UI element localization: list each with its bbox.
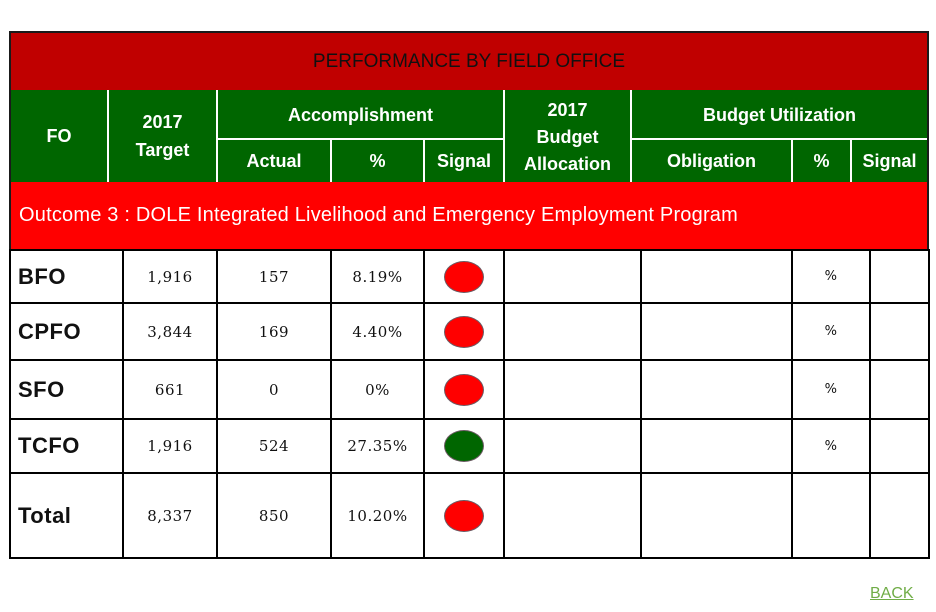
cell-allocation bbox=[505, 251, 640, 302]
cell-bu-signal bbox=[871, 420, 928, 472]
cell-obligation bbox=[642, 474, 791, 557]
header-obligation: Obligation bbox=[632, 140, 791, 182]
back-link[interactable]: BACK bbox=[870, 585, 914, 603]
signal-indicator-red bbox=[444, 315, 484, 348]
header-target-line2: Target bbox=[135, 140, 190, 160]
cell-signal bbox=[425, 420, 503, 472]
header-allocation: 2017 Budget Allocation bbox=[505, 92, 630, 182]
signal-indicator-red bbox=[444, 373, 484, 406]
header-fo: FO bbox=[11, 90, 107, 182]
header-budget-utilization: Budget Utilization bbox=[632, 92, 927, 138]
header-allocation-line2: Budget bbox=[536, 126, 599, 147]
cell-obligation bbox=[642, 251, 791, 302]
cell-target: 3,844 bbox=[147, 322, 193, 341]
cell-allocation bbox=[505, 474, 640, 557]
cell-allocation bbox=[505, 361, 640, 418]
cell-percent: 8.19% bbox=[352, 267, 403, 286]
header-percent: % bbox=[332, 140, 423, 182]
grid-line-vertical bbox=[928, 249, 930, 559]
cell-target: 1,916 bbox=[147, 437, 193, 455]
signal-indicator-red bbox=[444, 499, 484, 532]
cell-target: 661 bbox=[154, 380, 186, 399]
cell-target: 1,916 bbox=[147, 267, 193, 286]
header-bu-percent: % bbox=[793, 140, 850, 182]
cell-bu-percent: % bbox=[824, 438, 838, 454]
cell-percent: 10.20% bbox=[347, 506, 408, 525]
header-allocation-line1: 2017 bbox=[547, 99, 588, 120]
cell-allocation bbox=[505, 420, 640, 472]
header-target-line1: 2017 bbox=[142, 112, 183, 132]
cell-fo: Total bbox=[18, 502, 72, 528]
cell-fo: CPFO bbox=[18, 318, 82, 344]
header-signal: Signal bbox=[425, 140, 503, 182]
cell-obligation bbox=[642, 420, 791, 472]
cell-actual: 0 bbox=[268, 380, 280, 399]
cell-fo: TCFO bbox=[18, 433, 80, 458]
cell-percent: 0% bbox=[365, 380, 390, 399]
header-bu-signal: Signal bbox=[852, 140, 927, 182]
cell-signal bbox=[425, 474, 503, 557]
cell-actual: 169 bbox=[258, 322, 290, 341]
cell-percent: 27.35% bbox=[347, 437, 408, 455]
cell-obligation bbox=[642, 361, 791, 418]
cell-allocation bbox=[505, 304, 640, 359]
cell-target: 8,337 bbox=[147, 506, 193, 525]
header-actual: Actual bbox=[218, 140, 330, 182]
cell-bu-signal bbox=[871, 474, 928, 557]
signal-indicator-green bbox=[444, 430, 484, 462]
header-accomplishment: Accomplishment bbox=[218, 92, 503, 138]
cell-actual: 850 bbox=[258, 506, 290, 525]
cell-actual: 524 bbox=[258, 437, 290, 455]
grid-line-horizontal bbox=[9, 557, 930, 559]
cell-obligation bbox=[642, 304, 791, 359]
cell-bu-signal bbox=[871, 361, 928, 418]
signal-indicator-red bbox=[444, 260, 484, 293]
cell-bu-percent bbox=[793, 474, 869, 557]
cell-bu-percent: % bbox=[824, 269, 838, 284]
cell-actual: 157 bbox=[258, 267, 290, 286]
table-title: PERFORMANCE BY FIELD OFFICE bbox=[9, 31, 929, 90]
cell-signal bbox=[425, 251, 503, 302]
outcome-banner: Outcome 3 : DOLE Integrated Livelihood a… bbox=[9, 182, 929, 249]
cell-bu-signal bbox=[871, 304, 928, 359]
cell-signal bbox=[425, 304, 503, 359]
cell-fo: BFO bbox=[18, 263, 66, 289]
cell-bu-percent: % bbox=[824, 382, 838, 397]
header-target: 2017 Target bbox=[109, 90, 216, 182]
cell-fo: SFO bbox=[18, 376, 65, 402]
cell-bu-percent: % bbox=[824, 324, 838, 339]
cell-bu-signal bbox=[871, 251, 928, 302]
cell-percent: 4.40% bbox=[352, 322, 403, 341]
cell-signal bbox=[425, 361, 503, 418]
header-allocation-line3: Allocation bbox=[523, 153, 611, 174]
